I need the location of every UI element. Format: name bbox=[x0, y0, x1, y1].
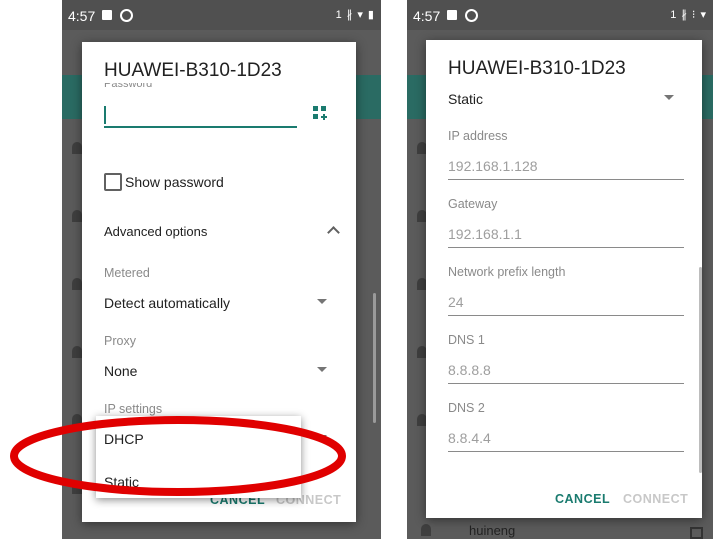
metered-dropdown[interactable]: Detect automatically bbox=[104, 295, 230, 311]
wifi-icon bbox=[72, 346, 82, 358]
wifi-icon bbox=[72, 482, 82, 494]
wifi-icon bbox=[72, 210, 82, 222]
dialog-title: HUAWEI-B310-1D23 bbox=[448, 58, 626, 79]
status-time: 4:57 bbox=[413, 8, 441, 24]
right-screenshot: 4:57 1 ∦ ⁝ ▾ huineng HUAWEI-B310-1D23 St… bbox=[407, 0, 713, 539]
dialog-title: HUAWEI-B310-1D23 bbox=[104, 60, 282, 81]
option-dhcp[interactable]: DHCP bbox=[104, 431, 144, 447]
status-bar: 4:57 1 ∦ ▾ ▮ bbox=[62, 0, 381, 30]
qr-code-icon[interactable] bbox=[313, 106, 327, 120]
dns1-underline bbox=[448, 383, 684, 384]
gateway-field[interactable]: 192.168.1.1 bbox=[448, 226, 522, 242]
gateway-underline bbox=[448, 247, 684, 248]
scrollbar bbox=[373, 293, 376, 423]
dropdown-arrow-icon[interactable] bbox=[317, 299, 327, 304]
wifi-icon bbox=[72, 278, 82, 290]
option-static[interactable]: Static bbox=[104, 474, 139, 490]
prefix-length-field[interactable]: 24 bbox=[448, 294, 464, 310]
background-item-label: huineng bbox=[469, 523, 516, 538]
gateway-label: Gateway bbox=[448, 197, 498, 211]
dns2-label: DNS 2 bbox=[448, 401, 485, 415]
wifi-icon bbox=[72, 414, 82, 426]
dns1-field[interactable]: 8.8.8.8 bbox=[448, 362, 491, 378]
status-time: 4:57 bbox=[68, 8, 96, 24]
chevron-up-icon[interactable] bbox=[327, 226, 340, 239]
proxy-label: Proxy bbox=[104, 334, 136, 348]
proxy-dropdown[interactable]: None bbox=[104, 363, 137, 379]
password-input[interactable] bbox=[104, 102, 297, 128]
ip-address-field[interactable]: 192.168.1.128 bbox=[448, 158, 538, 174]
ip-settings-dropdown[interactable]: Static bbox=[448, 91, 483, 107]
lock-icon bbox=[690, 527, 703, 539]
ip-address-label: IP address bbox=[448, 129, 508, 143]
circle-icon bbox=[465, 9, 478, 22]
connect-button[interactable]: CONNECT bbox=[623, 492, 688, 506]
metered-label: Metered bbox=[104, 266, 150, 280]
dns1-label: DNS 1 bbox=[448, 333, 485, 347]
dialog-scrollbar bbox=[699, 267, 702, 473]
dropdown-arrow-icon[interactable] bbox=[317, 367, 327, 372]
image-icon bbox=[102, 10, 112, 20]
dns2-underline bbox=[448, 451, 684, 452]
left-screenshot: 4:57 1 ∦ ▾ ▮ HUAWEI-B310-1D23 Password S… bbox=[62, 0, 381, 539]
ip-settings-popup: DHCP Static bbox=[96, 416, 301, 498]
status-bar: 4:57 1 ∦ ⁝ ▾ bbox=[407, 0, 713, 30]
dropdown-arrow-icon[interactable] bbox=[664, 95, 674, 100]
ip-address-underline bbox=[448, 179, 684, 180]
show-password-label: Show password bbox=[125, 174, 224, 190]
prefix-length-underline bbox=[448, 315, 684, 316]
status-icons: 1 ∦ ▾ ▮ bbox=[335, 9, 375, 21]
prefix-length-label: Network prefix length bbox=[448, 265, 566, 279]
dns2-field[interactable]: 8.8.4.4 bbox=[448, 430, 491, 446]
show-password-checkbox[interactable] bbox=[104, 173, 122, 191]
wifi-dialog: HUAWEI-B310-1D23 Static IP address 192.1… bbox=[426, 40, 702, 518]
advanced-options-label[interactable]: Advanced options bbox=[104, 224, 207, 239]
cancel-button[interactable]: CANCEL bbox=[555, 492, 610, 506]
status-icons: 1 ∦ ⁝ ▾ bbox=[670, 9, 707, 21]
circle-icon bbox=[120, 9, 133, 22]
wifi-icon bbox=[421, 524, 431, 536]
background-list-item: huineng bbox=[407, 520, 713, 539]
ip-settings-label: IP settings bbox=[104, 402, 163, 416]
image-icon bbox=[447, 10, 457, 20]
dropdown-arrow-icon[interactable] bbox=[317, 435, 327, 440]
wifi-icon bbox=[72, 142, 82, 154]
